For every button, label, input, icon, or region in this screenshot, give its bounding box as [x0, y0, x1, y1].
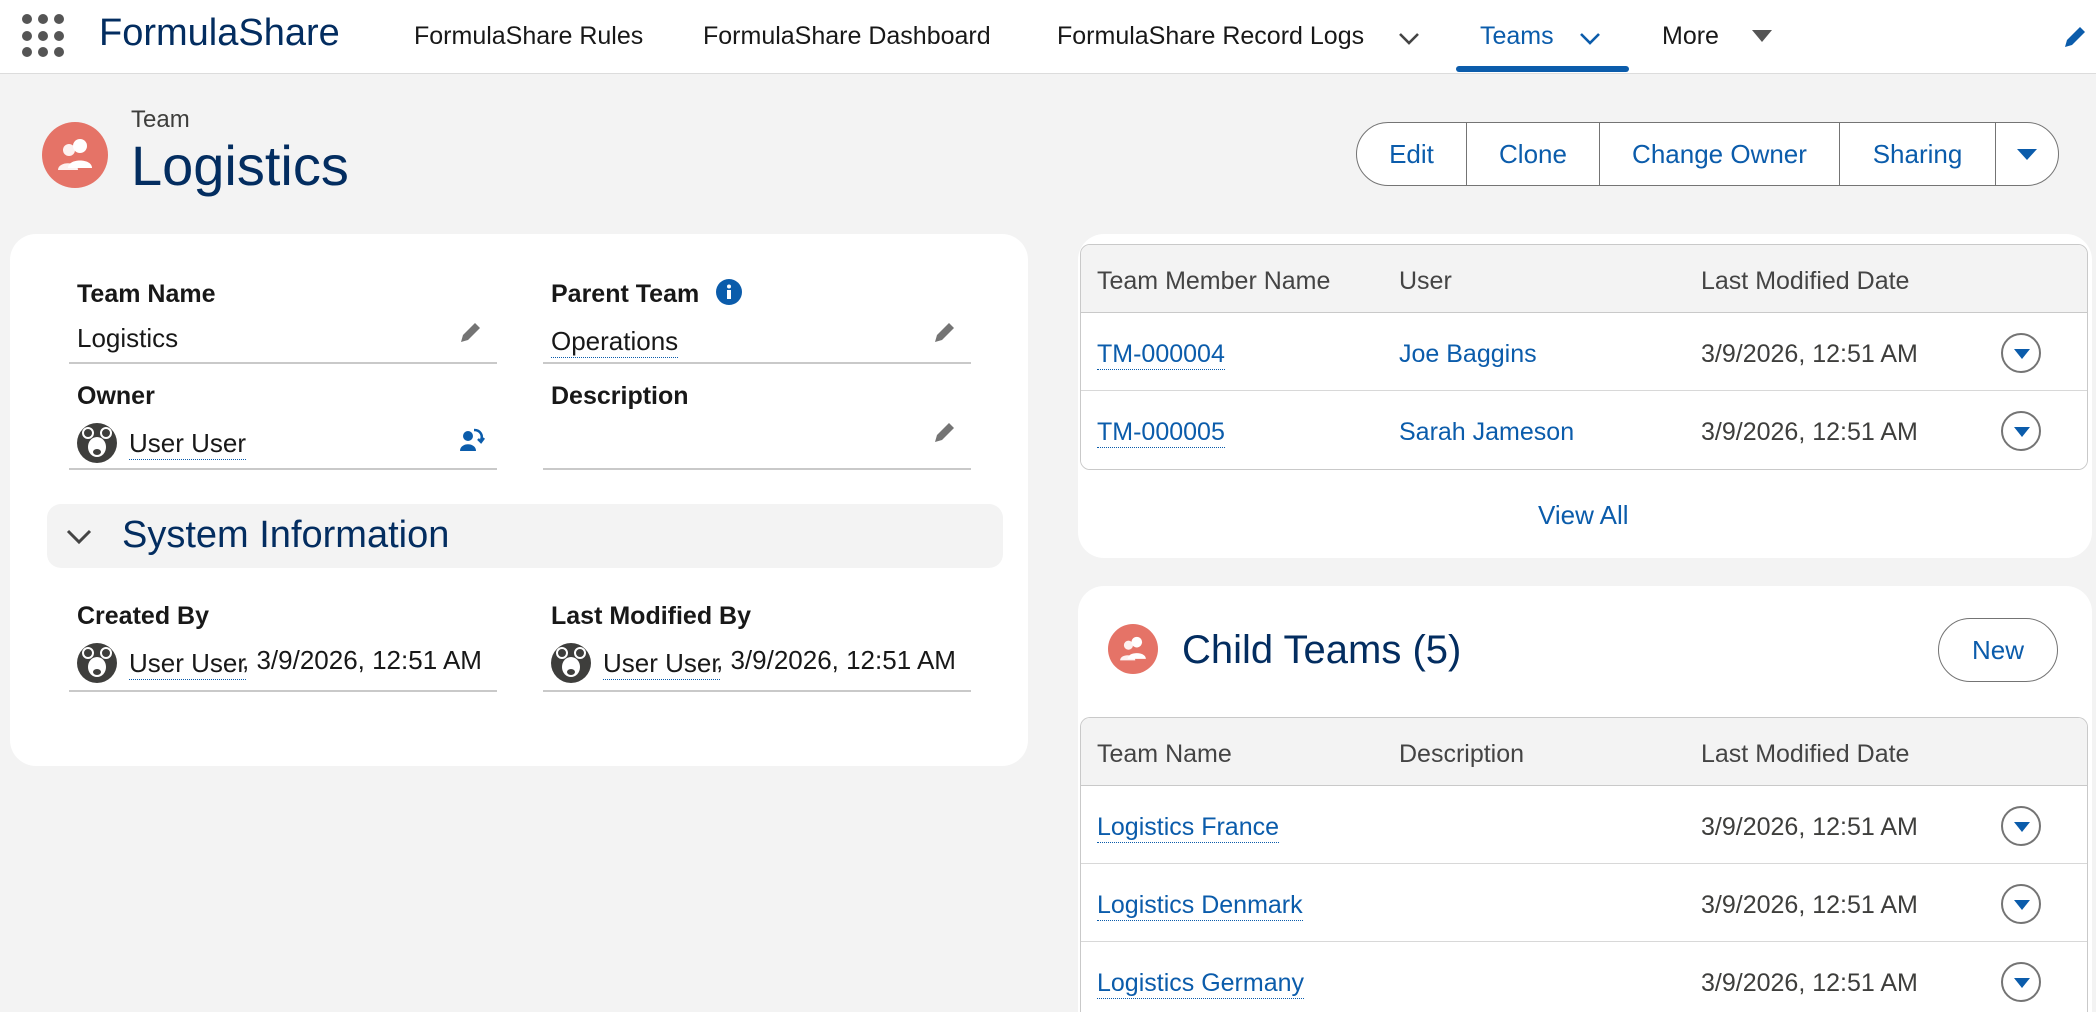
- record-actions: Edit Clone Change Owner Sharing: [1356, 122, 2059, 186]
- column-header-team-name[interactable]: Team Name: [1097, 740, 1232, 769]
- created-by-date: , 3/9/2026, 12:51 AM: [242, 645, 482, 675]
- edit-pencil-icon[interactable]: [457, 318, 485, 346]
- child-team-name-link[interactable]: Logistics France: [1097, 813, 1280, 843]
- top-navigation-bar: FormulaShare FormulaShare Rules FormulaS…: [0, 0, 2096, 74]
- child-team-name-link[interactable]: Logistics Germany: [1097, 969, 1305, 999]
- child-teams-table: Team Name Description Last Modified Date…: [1080, 717, 2088, 1012]
- app-launcher-icon[interactable]: [22, 14, 66, 58]
- edit-pencil-icon[interactable]: [931, 418, 959, 446]
- row-action-menu-button[interactable]: [2001, 333, 2041, 373]
- team-object-icon: [1108, 624, 1158, 674]
- created-by-user-link[interactable]: User User: [129, 648, 247, 680]
- last-modified-by-user-link[interactable]: User User: [603, 648, 721, 680]
- change-owner-icon[interactable]: [457, 426, 485, 454]
- child-team-name-link[interactable]: Logistics Denmark: [1097, 891, 1303, 921]
- row-action-menu-button[interactable]: [2001, 806, 2041, 846]
- row-action-menu-button[interactable]: [2001, 884, 2041, 924]
- edit-nav-pencil-icon[interactable]: [2060, 22, 2090, 52]
- table-header-row: Team Name Description Last Modified Date: [1081, 718, 2087, 786]
- field-divider: [543, 362, 971, 364]
- field-divider: [69, 690, 497, 692]
- column-header-description[interactable]: Description: [1399, 740, 1524, 769]
- clone-button[interactable]: Clone: [1467, 123, 1600, 185]
- view-all-link[interactable]: View All: [1538, 500, 1629, 531]
- row-action-menu-button[interactable]: [2001, 962, 2041, 1002]
- edit-button[interactable]: Edit: [1357, 123, 1467, 185]
- nav-item-formulashare-record-logs[interactable]: FormulaShare Record Logs: [1057, 22, 1364, 51]
- user-avatar-icon: [551, 643, 591, 683]
- nav-item-more[interactable]: More: [1662, 22, 1719, 51]
- owner-label: Owner: [77, 382, 155, 410]
- chevron-down-icon[interactable]: [1397, 28, 1421, 48]
- chevron-down-icon[interactable]: [1578, 28, 1602, 48]
- team-member-name-link[interactable]: TM-000005: [1097, 418, 1225, 448]
- caret-down-icon: [2017, 149, 2037, 160]
- team-member-user-link[interactable]: Sarah Jameson: [1399, 418, 1574, 447]
- edit-pencil-icon[interactable]: [931, 318, 959, 346]
- last-modified-date: 3/9/2026, 12:51 AM: [1701, 891, 1918, 919]
- field-divider: [69, 468, 497, 470]
- system-information-section-header[interactable]: System Information: [47, 504, 1003, 568]
- team-name-label: Team Name: [77, 280, 216, 308]
- parent-team-link[interactable]: Operations: [551, 326, 679, 358]
- table-row: Logistics Germany 3/9/2026, 12:51 AM: [1081, 942, 2087, 1012]
- column-header-user[interactable]: User: [1399, 267, 1452, 296]
- last-modified-date: 3/9/2026, 12:51 AM: [1701, 418, 1918, 446]
- description-label: Description: [551, 382, 689, 410]
- user-avatar-icon: [77, 423, 117, 463]
- table-row: TM-000004 Joe Baggins 3/9/2026, 12:51 AM: [1081, 313, 2087, 391]
- table-header-row: Team Member Name User Last Modified Date: [1081, 245, 2087, 313]
- new-child-team-button[interactable]: New: [1938, 618, 2058, 682]
- last-modified-date: 3/9/2026, 12:51 AM: [1701, 340, 1918, 368]
- chevron-down-icon: [66, 529, 92, 545]
- created-by-label: Created By: [77, 602, 209, 630]
- field-divider: [69, 362, 497, 364]
- nav-item-formulashare-dashboard[interactable]: FormulaShare Dashboard: [703, 22, 991, 51]
- team-members-table: Team Member Name User Last Modified Date…: [1080, 244, 2088, 470]
- last-modified-by-label: Last Modified By: [551, 602, 752, 630]
- last-modified-date: 3/9/2026, 12:51 AM: [1701, 969, 1918, 997]
- column-header-last-modified-date[interactable]: Last Modified Date: [1701, 267, 1909, 296]
- details-card: Team Name Logistics Parent Team Operatio…: [10, 234, 1028, 766]
- column-header-team-member-name[interactable]: Team Member Name: [1097, 267, 1330, 296]
- table-row: TM-000005 Sarah Jameson 3/9/2026, 12:51 …: [1081, 391, 2087, 469]
- nav-item-teams[interactable]: Teams: [1480, 22, 1554, 51]
- system-information-title: System Information: [122, 514, 450, 556]
- change-owner-button[interactable]: Change Owner: [1600, 123, 1840, 185]
- caret-down-icon[interactable]: [1750, 26, 1774, 46]
- app-name: FormulaShare: [99, 12, 340, 54]
- record-object-label: Team: [131, 106, 190, 133]
- more-actions-button[interactable]: [1996, 123, 2058, 185]
- last-modified-by-date: , 3/9/2026, 12:51 AM: [716, 645, 956, 675]
- table-row: Logistics Denmark 3/9/2026, 12:51 AM: [1081, 864, 2087, 942]
- field-divider: [543, 690, 971, 692]
- field-divider: [543, 468, 971, 470]
- team-member-user-link[interactable]: Joe Baggins: [1399, 340, 1537, 369]
- team-name-value: Logistics: [77, 323, 179, 353]
- parent-team-label: Parent Team: [551, 280, 700, 308]
- user-avatar-icon: [77, 643, 117, 683]
- team-member-name-link[interactable]: TM-000004: [1097, 340, 1225, 370]
- owner-link[interactable]: User User: [129, 428, 247, 460]
- sharing-button[interactable]: Sharing: [1840, 123, 1996, 185]
- child-teams-title[interactable]: Child Teams (5): [1182, 628, 1461, 673]
- record-title: Logistics: [131, 134, 349, 197]
- table-row: Logistics France 3/9/2026, 12:51 AM: [1081, 786, 2087, 864]
- row-action-menu-button[interactable]: [2001, 411, 2041, 451]
- last-modified-date: 3/9/2026, 12:51 AM: [1701, 813, 1918, 841]
- team-object-icon: [42, 122, 108, 188]
- column-header-last-modified-date[interactable]: Last Modified Date: [1701, 740, 1909, 769]
- active-tab-indicator: [1456, 66, 1629, 72]
- nav-item-formulashare-rules[interactable]: FormulaShare Rules: [414, 22, 643, 51]
- info-icon[interactable]: [716, 279, 742, 305]
